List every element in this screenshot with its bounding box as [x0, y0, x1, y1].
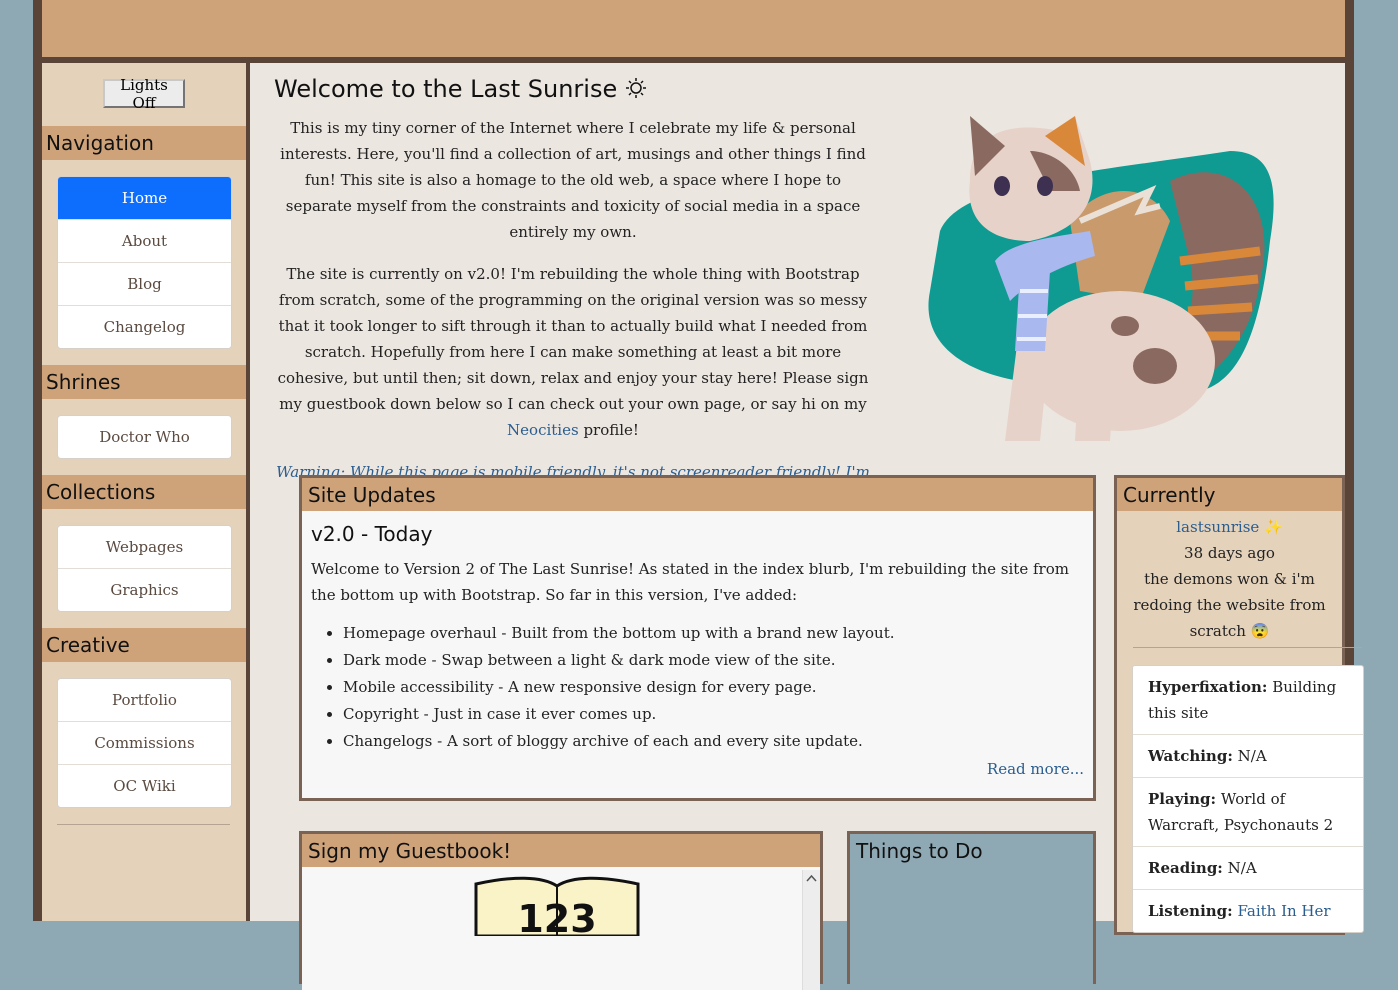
welcome-paragraph-2: The site is currently on v2.0! I'm rebui…: [276, 261, 870, 443]
nav-item-home[interactable]: Home: [58, 177, 231, 219]
list-item: Homepage overhaul - Built from the botto…: [343, 620, 1103, 647]
creative-menu: Portfolio Commissions OC Wiki: [57, 678, 232, 808]
guestbook-panel: Sign my Guestbook! 123: [299, 831, 823, 990]
status-post: lastsunrise ✨ 38 days ago the demons won…: [1117, 514, 1342, 644]
list-item: Changelogs - A sort of bloggy archive of…: [343, 728, 1103, 755]
currently-heading: Currently: [1117, 478, 1342, 511]
currently-panel: Currently lastsunrise ✨ 38 days ago the …: [1114, 475, 1364, 935]
item-label: Playing:: [1148, 790, 1217, 808]
nav-item-webpages[interactable]: Webpages: [58, 526, 231, 568]
list-item: Playing: World of Warcraft, Psychonauts …: [1133, 777, 1363, 846]
sun-icon: [625, 78, 646, 98]
welcome-title-text: Welcome to the Last Sunrise: [274, 75, 618, 103]
lights-toggle-button[interactable]: Lights Off: [103, 76, 185, 112]
creative-heading: Creative: [42, 628, 246, 662]
collections-menu: Webpages Graphics: [57, 525, 232, 612]
item-value: N/A: [1227, 859, 1257, 877]
welcome-paragraph-1: This is my tiny corner of the Internet w…: [280, 119, 866, 241]
listening-link[interactable]: Faith In Her: [1237, 902, 1330, 920]
chevron-up-icon[interactable]: [803, 870, 820, 887]
username-link[interactable]: lastsunrise: [1176, 518, 1259, 536]
list-item: Mobile accessibility - A new responsive …: [343, 674, 1103, 701]
item-label: Reading:: [1148, 859, 1223, 877]
sparkles-icon: ✨: [1264, 518, 1283, 536]
currently-list: Hyperfixation: Building this site Watchi…: [1132, 665, 1364, 933]
shrines-heading: Shrines: [42, 365, 246, 399]
nav-item-changelog[interactable]: Changelog: [58, 305, 231, 348]
status-text: the demons won & i'm redoing the website…: [1133, 570, 1326, 640]
sidebar-divider: [57, 824, 230, 825]
fearful-face-icon: 😨: [1250, 622, 1270, 640]
update-intro: Welcome to Version 2 of The Last Sunrise…: [311, 560, 1069, 604]
nav-item-doctor-who[interactable]: Doctor Who: [58, 416, 231, 458]
neocities-link[interactable]: Neocities: [507, 421, 579, 439]
list-item: Hyperfixation: Building this site: [1133, 666, 1363, 734]
list-item: Copyright - Just in case it ever comes u…: [343, 701, 1103, 728]
guestbook-counter: 123: [517, 897, 596, 936]
item-label: Listening:: [1148, 902, 1233, 920]
site-updates-heading: Site Updates: [302, 478, 1093, 511]
navigation-heading: Navigation: [42, 126, 246, 160]
welcome-paragraph-2-end: profile!: [583, 421, 639, 439]
main-content: Welcome to the Last Sunrise This is my t…: [250, 63, 1364, 990]
header-banner: [42, 0, 1345, 57]
page-frame: Lights Off Navigation Home About Blog Ch…: [33, 0, 1364, 990]
status-timestamp: 38 days ago: [1184, 544, 1275, 562]
update-list: Homepage overhaul - Built from the botto…: [311, 620, 1103, 755]
welcome-paragraph-2-text: The site is currently on v2.0! I'm rebui…: [277, 265, 869, 413]
page-title: Welcome to the Last Sunrise: [274, 75, 647, 103]
nav-item-about[interactable]: About: [58, 219, 231, 262]
guestbook-frame[interactable]: 123: [302, 870, 820, 990]
nav-item-commissions[interactable]: Commissions: [58, 721, 231, 764]
list-item: Reading: N/A: [1133, 846, 1363, 889]
nav-item-blog[interactable]: Blog: [58, 262, 231, 305]
guestbook-scrollbar[interactable]: [802, 870, 820, 990]
read-more-link[interactable]: Read more...: [987, 760, 1084, 778]
list-item: Watching: N/A: [1133, 734, 1363, 777]
navigation-menu: Home About Blog Changelog: [57, 176, 232, 349]
nav-item-graphics[interactable]: Graphics: [58, 568, 231, 611]
site-updates-panel: Site Updates v2.0 - Today Welcome to Ver…: [299, 475, 1096, 801]
list-item: Listening: Faith In Her: [1133, 889, 1363, 932]
item-label: Hyperfixation:: [1148, 678, 1268, 696]
nav-item-portfolio[interactable]: Portfolio: [58, 679, 231, 721]
item-value: N/A: [1237, 747, 1267, 765]
list-item: Dark mode - Swap between a light & dark …: [343, 647, 1103, 674]
guestbook-book-image: 123: [474, 876, 640, 936]
welcome-text: This is my tiny corner of the Internet w…: [276, 115, 870, 527]
currently-divider: [1133, 647, 1362, 648]
item-label: Watching:: [1148, 747, 1233, 765]
collections-heading: Collections: [42, 475, 246, 509]
things-to-do-heading: Things to Do: [856, 838, 983, 863]
nav-item-oc-wiki[interactable]: OC Wiki: [58, 764, 231, 807]
guestbook-heading: Sign my Guestbook!: [302, 834, 820, 867]
update-version-title: v2.0 - Today: [311, 522, 433, 546]
shrines-menu: Doctor Who: [57, 415, 232, 459]
cat-illustration: [928, 116, 1274, 441]
sidebar: Lights Off Navigation Home About Blog Ch…: [42, 63, 246, 921]
things-to-do-panel: Things to Do: [847, 831, 1096, 984]
